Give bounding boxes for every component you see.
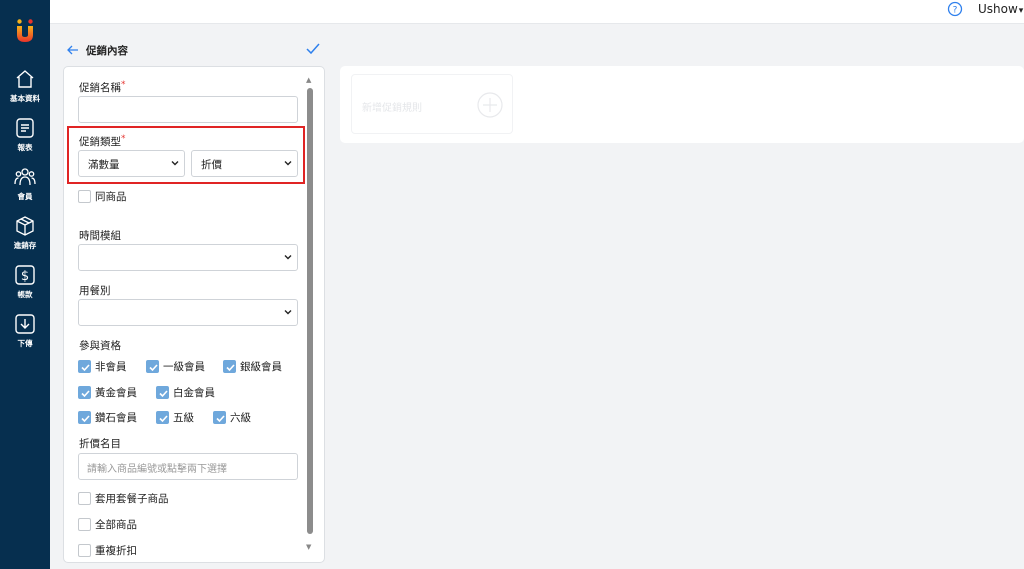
checkbox-checked[interactable] (78, 360, 91, 373)
add-circle-icon[interactable] (477, 92, 503, 118)
back-arrow-icon[interactable] (66, 43, 80, 57)
discount-items-placeholder: 請輸入商品編號或點擊兩下選擇 (87, 464, 227, 475)
members-icon (14, 168, 36, 186)
sidebar-item-label: 會員 (17, 192, 33, 201)
checkbox-label: 五級 (173, 412, 194, 424)
checkbox-label: 鑽石會員 (95, 412, 137, 424)
all-products-checkbox[interactable]: 全部商品 (78, 517, 137, 532)
chevron-down-icon (284, 310, 292, 315)
checkbox-checked[interactable] (156, 386, 169, 399)
eligibility-level-6[interactable]: 六級 (213, 410, 251, 425)
checkbox-label: 全部商品 (95, 519, 137, 531)
checkbox-label: 六級 (230, 412, 251, 424)
eligibility-diamond[interactable]: 鑽石會員 (78, 410, 137, 425)
app-logo[interactable] (13, 18, 37, 44)
form-scrollbar[interactable]: ▲ ▼ (304, 74, 314, 558)
svg-text:$: $ (21, 269, 29, 284)
dining-type-label: 用餐別 (79, 285, 111, 297)
checkbox-checked[interactable] (223, 360, 236, 373)
checkbox-label: 重複折扣 (95, 545, 137, 557)
eligibility-label: 參與資格 (79, 340, 121, 352)
user-menu[interactable]: Ushow▾ (978, 2, 1023, 16)
sidebar-item-label: 帳款 (17, 290, 33, 299)
report-icon (16, 118, 34, 138)
chevron-down-icon (284, 255, 292, 260)
add-promo-rule-tile[interactable]: 新增促銷規則 (351, 74, 513, 134)
dining-type-select[interactable] (78, 299, 298, 326)
eligibility-non-member[interactable]: 非會員 (78, 359, 127, 374)
eligibility-platinum[interactable]: 白金會員 (156, 385, 215, 400)
sidebar-item-accounts[interactable]: $ 帳款 (0, 264, 50, 300)
sidebar-item-label: 報表 (17, 143, 33, 152)
checkbox-label: 一級會員 (163, 361, 205, 373)
time-template-select[interactable] (78, 244, 298, 271)
time-template-label: 時間模組 (79, 230, 121, 242)
eligibility-silver[interactable]: 銀級會員 (223, 359, 282, 374)
checkbox-checked[interactable] (146, 360, 159, 373)
checkbox-label: 銀級會員 (240, 361, 282, 373)
discount-items-input[interactable]: 請輸入商品編號或點擊兩下選擇 (78, 453, 298, 480)
checkbox-checked[interactable] (156, 411, 169, 424)
top-bar (50, 0, 1024, 24)
svg-text:?: ? (953, 6, 958, 16)
checkbox-label: 非會員 (95, 361, 127, 373)
sidebar-item-members[interactable]: 會員 (0, 166, 50, 202)
repeat-discount-checkbox[interactable]: 重複折扣 (78, 543, 137, 558)
checkbox-label: 黃金會員 (95, 387, 137, 399)
sidebar-item-reports[interactable]: 報表 (0, 117, 50, 153)
checkbox-label: 套用套餐子商品 (95, 493, 169, 505)
checkbox-box[interactable] (78, 518, 91, 531)
promo-name-label: 促銷名稱* (79, 80, 126, 94)
same-product-checkbox[interactable]: 同商品 (78, 189, 127, 204)
eligibility-level-1[interactable]: 一級會員 (146, 359, 205, 374)
apply-combo-checkbox[interactable]: 套用套餐子商品 (78, 491, 169, 506)
eligibility-gold[interactable]: 黃金會員 (78, 385, 137, 400)
checkbox-box[interactable] (78, 544, 91, 557)
discount-items-label: 折價名目 (79, 438, 121, 450)
checkbox-label: 同商品 (95, 191, 127, 203)
checkbox-label: 白金會員 (173, 387, 215, 399)
scroll-thumb[interactable] (307, 88, 313, 534)
sidebar-item-label: 基本資料 (10, 94, 40, 103)
username: Ushow (978, 2, 1018, 16)
checkbox-box[interactable] (78, 190, 91, 203)
caret-down-icon: ▾ (1018, 6, 1024, 16)
sidebar-item-label: 下傳 (17, 339, 33, 348)
promo-name-input[interactable] (78, 96, 298, 123)
add-promo-rule-label: 新增促銷規則 (362, 103, 422, 114)
dollar-icon: $ (15, 265, 35, 285)
download-icon (15, 314, 35, 334)
required-mark: * (121, 80, 126, 90)
home-icon (16, 70, 34, 88)
sidebar-item-label: 進銷存 (13, 241, 37, 250)
checkbox-checked[interactable] (78, 411, 91, 424)
checkbox-checked[interactable] (213, 411, 226, 424)
inventory-box-icon (16, 216, 34, 236)
highlight-box (67, 126, 305, 184)
confirm-check-icon[interactable] (305, 41, 321, 57)
scroll-down-arrow-icon[interactable]: ▼ (306, 543, 311, 551)
sidebar-item-basic-data[interactable]: 基本資料 (0, 68, 50, 104)
page-title: 促銷內容 (86, 45, 128, 57)
sidebar-item-inventory[interactable]: 進銷存 (0, 215, 50, 251)
help-icon[interactable]: ? (947, 1, 963, 17)
scroll-up-arrow-icon[interactable]: ▲ (306, 76, 311, 84)
eligibility-level-5[interactable]: 五級 (156, 410, 194, 425)
checkbox-checked[interactable] (78, 386, 91, 399)
sidebar: 基本資料 報表 會員 進銷存 $ 帳款 下傳 (0, 0, 50, 569)
checkbox-box[interactable] (78, 492, 91, 505)
sidebar-item-download[interactable]: 下傳 (0, 313, 50, 349)
